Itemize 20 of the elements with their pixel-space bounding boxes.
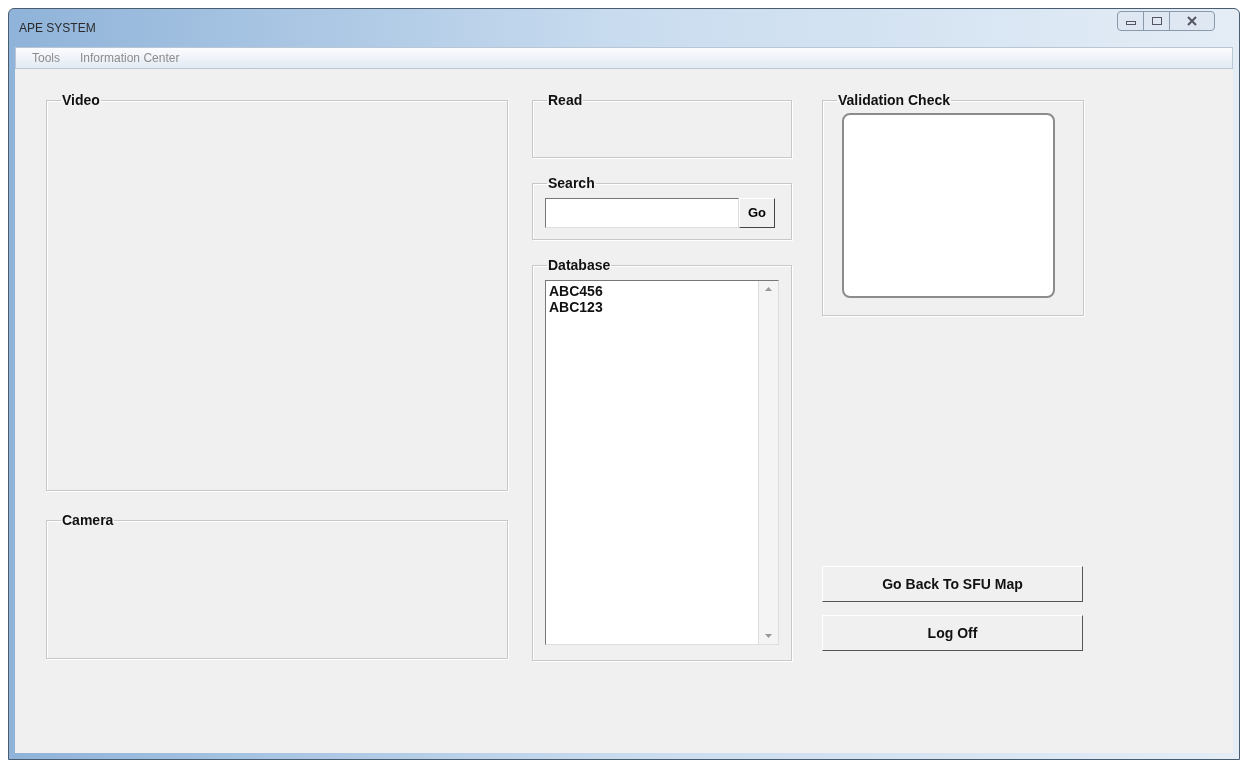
group-title: Camera [61, 511, 115, 529]
scrollbar[interactable] [758, 281, 778, 644]
action-button[interactable]: Go Back To SFU Map [822, 566, 1083, 602]
search-field[interactable] [545, 198, 739, 228]
window-title: APE SYSTEM [19, 20, 96, 37]
list-item[interactable]: ABC123 [549, 299, 755, 315]
group-title: Video [61, 91, 101, 109]
group-title: Validation Check [837, 91, 952, 109]
minimize-icon [1125, 21, 1136, 25]
scroll-up-icon[interactable] [765, 287, 772, 291]
maximize-icon [1151, 17, 1162, 25]
group-title: Database [547, 256, 612, 274]
group-title: Search [547, 174, 596, 192]
go-button[interactable]: Go [739, 198, 775, 228]
scroll-down-icon[interactable] [765, 634, 772, 638]
database-list[interactable]: ABC456 ABC123 [545, 280, 779, 645]
list-item[interactable]: ABC456 [549, 283, 755, 299]
close-icon [1187, 16, 1197, 26]
group-title: Read [547, 91, 584, 109]
action-button[interactable]: Log Off [822, 615, 1083, 651]
